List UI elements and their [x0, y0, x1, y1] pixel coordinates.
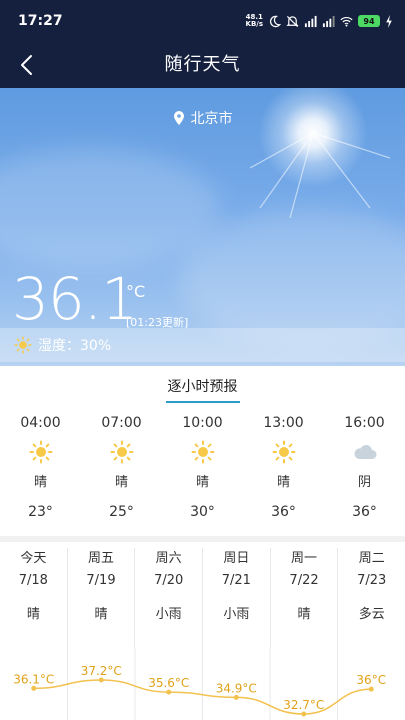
hourly-item: 16:00 阴 36°	[324, 412, 405, 530]
section-divider	[0, 536, 405, 542]
hourly-item: 13:00 晴 36°	[243, 412, 324, 530]
humidity-text: 湿度：30%	[38, 338, 112, 354]
temperature-label: 37.2°C	[81, 664, 122, 678]
status-time: 17:27	[18, 13, 63, 29]
day-date: 7/18	[18, 573, 48, 588]
temperature-label: 36°C	[356, 673, 386, 687]
cloud-haze	[0, 148, 220, 268]
hour-temperature: 36°	[271, 504, 296, 520]
location[interactable]: 北京市	[0, 108, 405, 128]
hour-time: 16:00	[344, 415, 385, 431]
hour-time: 04:00	[20, 415, 61, 431]
hour-condition: 晴	[114, 475, 128, 490]
day-date: 7/23	[357, 573, 387, 588]
hourly-item: 07:00 晴 25°	[81, 412, 162, 530]
temperature-label: 34.9°C	[216, 681, 257, 695]
hour-time: 07:00	[101, 415, 142, 431]
day-date: 7/20	[154, 573, 184, 588]
hour-time: 10:00	[182, 415, 223, 431]
daily-item[interactable]: 周五 7/19 晴	[68, 548, 136, 648]
hour-condition: 晴	[33, 475, 47, 490]
hour-condition: 晴	[276, 475, 290, 490]
daily-forecast: 今天 7/18 晴 周五 7/19 晴 周六 7/20 小雨 周日 7/21 小雨 周一 7/22 晴 周二 7…	[0, 548, 405, 648]
day-date: 7/22	[289, 573, 319, 588]
battery-icon: 94	[358, 15, 380, 27]
sun-icon	[14, 336, 32, 354]
daily-temperature-chart: 36.1°C 37.2°C 35.6°C 34.9°C 32.7°C 36°C	[13, 648, 386, 720]
day-name: 今天	[20, 551, 47, 566]
hourly-item: 04:00 晴 23°	[0, 412, 81, 530]
day-condition: 晴	[26, 607, 40, 622]
hour-temperature: 25°	[109, 504, 134, 520]
charging-icon	[386, 14, 392, 28]
hour-temperature: 23°	[28, 504, 53, 520]
day-name: 周二	[358, 551, 385, 566]
sun-icon	[0, 434, 81, 470]
temperature-label: 32.7°C	[283, 698, 324, 712]
hour-temperature: 36°	[352, 504, 377, 520]
hour-condition: 阴	[357, 475, 371, 490]
hourly-tab-bar: 逐小时预报	[0, 372, 405, 403]
hour-temperature: 30°	[190, 504, 215, 520]
status-icons: 48.1 KB/s 94	[246, 14, 393, 28]
temperature-point	[233, 694, 239, 700]
day-condition: 晴	[94, 607, 108, 622]
location-name: 北京市	[190, 111, 233, 127]
chevron-left-icon	[21, 55, 32, 75]
net-speed: 48.1 KB/s	[245, 13, 263, 28]
page-title: 随行天气	[164, 54, 241, 75]
moon-icon	[269, 15, 281, 27]
day-condition: 小雨	[155, 607, 182, 622]
hour-time: 13:00	[263, 415, 304, 431]
location-pin-icon	[173, 111, 184, 125]
sun-icon	[162, 434, 243, 470]
status-bar: 17:27 48.1 KB/s 94	[0, 0, 405, 42]
temperature-point	[301, 711, 307, 717]
back-button[interactable]	[14, 51, 42, 79]
temperature-label: 36.1°C	[13, 672, 54, 686]
wifi-icon	[340, 16, 353, 27]
temperature-point	[166, 689, 172, 695]
hour-condition: 晴	[195, 475, 209, 490]
temperature-point	[368, 686, 374, 692]
sun-icon	[243, 434, 324, 470]
daily-item[interactable]: 周日 7/21 小雨	[203, 548, 271, 648]
current-temperature: 36.1	[12, 265, 138, 333]
cloud-icon	[324, 434, 405, 470]
cloud-haze	[180, 208, 405, 348]
day-date: 7/19	[86, 573, 116, 588]
daily-item[interactable]: 周六 7/20 小雨	[135, 548, 204, 648]
tab-hourly-forecast[interactable]: 逐小时预报	[165, 372, 240, 403]
humidity-row: 湿度：30%	[0, 328, 405, 362]
day-condition: 晴	[297, 607, 311, 622]
day-condition: 小雨	[223, 607, 250, 622]
hourly-item: 10:00 晴 30°	[162, 412, 243, 530]
signal-icon	[322, 15, 335, 27]
day-date: 7/21	[221, 573, 251, 588]
hourly-forecast: 04:00 晴 23° 07:00 晴 25° 10:00 晴 30° 13:00 晴 36° 16:0…	[0, 412, 405, 530]
day-name: 周一	[291, 551, 318, 566]
nav-bar: 随行天气	[0, 42, 405, 88]
hd-signal-icon	[304, 15, 317, 27]
temperature-unit: °C	[126, 282, 146, 301]
current-weather-panel: 北京市 36.1 °C [01:23更新] 湿度：30%	[0, 88, 405, 366]
daily-item[interactable]: 今天 7/18 晴	[0, 548, 68, 648]
mute-icon	[286, 15, 299, 27]
daily-item[interactable]: 周二 7/23 多云	[338, 548, 405, 648]
day-condition: 多云	[358, 607, 385, 622]
day-name: 周五	[88, 551, 115, 566]
temperature-label: 35.6°C	[148, 676, 189, 690]
sun-icon	[81, 434, 162, 470]
day-name: 周日	[223, 551, 250, 566]
daily-item[interactable]: 周一 7/22 晴	[271, 548, 339, 648]
temperature-point	[98, 677, 104, 683]
temperature-point	[31, 685, 37, 691]
day-name: 周六	[155, 551, 182, 566]
